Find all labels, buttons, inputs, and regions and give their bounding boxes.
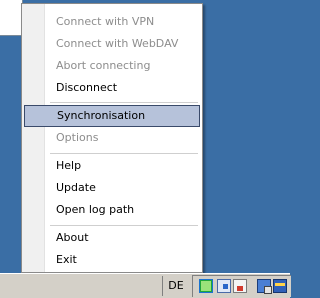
background-window xyxy=(0,0,23,36)
menu-separator xyxy=(50,102,198,103)
menu-separator xyxy=(50,153,198,154)
sync-tray-icon[interactable] xyxy=(199,279,213,293)
language-indicator[interactable]: DE xyxy=(162,276,189,296)
menu-item-connect-vpn[interactable]: Connect with VPN xyxy=(24,11,200,33)
computer-tray-icon[interactable] xyxy=(257,279,272,294)
menu-item-abort-connecting[interactable]: Abort connecting xyxy=(24,55,200,77)
context-menu: Connect with VPN Connect with WebDAV Abo… xyxy=(21,3,203,273)
app-tray-icon[interactable] xyxy=(233,279,247,293)
menu-item-help[interactable]: Help xyxy=(24,155,200,177)
menu-item-synchronisation[interactable]: Synchronisation xyxy=(24,105,200,127)
menu-item-exit[interactable]: Exit xyxy=(24,249,200,271)
security-tray-icon[interactable] xyxy=(273,279,287,293)
network-tray-icon[interactable] xyxy=(217,279,231,293)
menu-item-options[interactable]: Options xyxy=(24,127,200,149)
taskbar: DE xyxy=(0,273,291,298)
menu-separator xyxy=(50,225,198,226)
menu-item-disconnect[interactable]: Disconnect xyxy=(24,77,200,99)
system-tray xyxy=(192,275,291,297)
menu-item-connect-webdav[interactable]: Connect with WebDAV xyxy=(24,33,200,55)
menu-item-update[interactable]: Update xyxy=(24,177,200,199)
menu-item-about[interactable]: About xyxy=(24,227,200,249)
menu-item-open-log-path[interactable]: Open log path xyxy=(24,199,200,221)
